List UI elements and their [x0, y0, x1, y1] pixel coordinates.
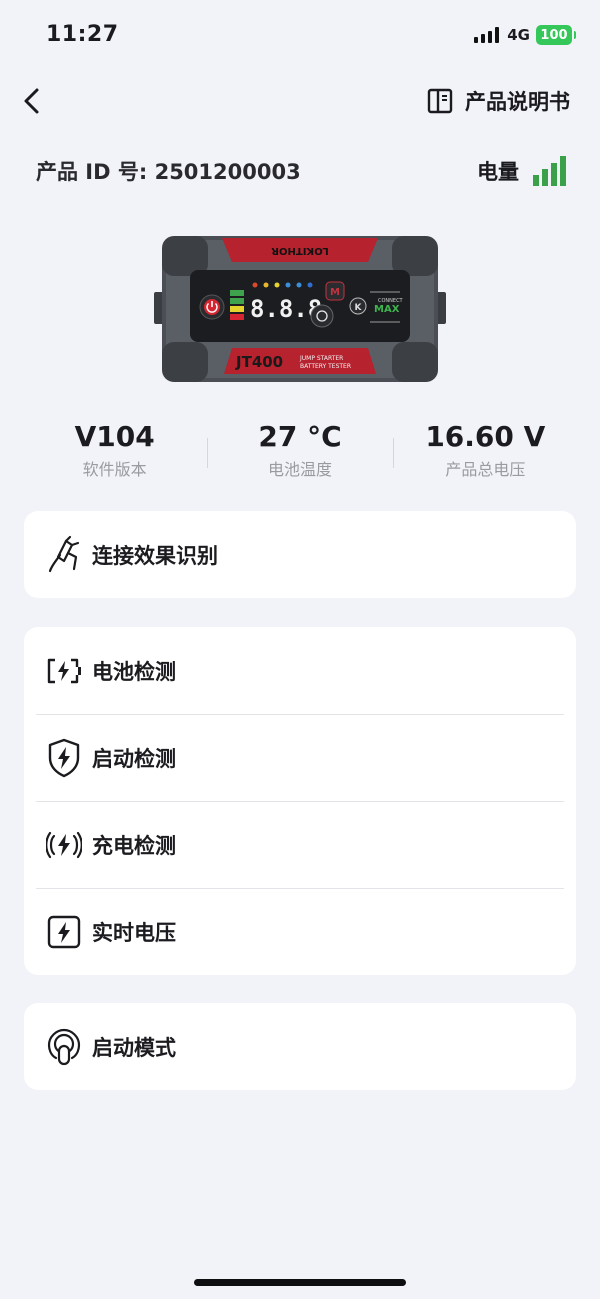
- menu-item-label: 启动模式: [92, 1035, 176, 1060]
- battery-icon: 100: [536, 25, 576, 45]
- battery-bolt-icon: [46, 651, 82, 691]
- menu-item-start-test[interactable]: 启动检测: [24, 714, 576, 801]
- stat-value: V104: [74, 420, 155, 453]
- menu-item-connection[interactable]: 连接效果识别: [24, 511, 576, 598]
- stat-value: 27 °C: [258, 420, 342, 453]
- stat-total-voltage: 16.60 V 产品总电压: [392, 420, 578, 484]
- product-id: 产品 ID 号: 2501200003: [36, 160, 301, 184]
- menu-item-realtime-voltage[interactable]: 实时电压: [24, 888, 576, 975]
- menu-item-label: 启动检测: [92, 746, 176, 771]
- menu-item-charge-test[interactable]: 充电检测: [24, 801, 576, 888]
- menu-item-start-mode[interactable]: 启动模式: [24, 1003, 576, 1090]
- stat-label: 产品总电压: [445, 460, 526, 479]
- manual-label: 产品说明书: [465, 90, 570, 114]
- start-mode-icon: [46, 1027, 82, 1067]
- stat-label: 软件版本: [82, 460, 147, 479]
- stat-battery-temperature: 27 °C 电池温度: [207, 420, 392, 484]
- device-model: JT400: [235, 353, 283, 371]
- signal-icon: [474, 27, 500, 43]
- device-image: LOKITHOR JT400 JUMP STARTER BATTERY TEST…: [154, 228, 446, 388]
- network-type: 4G: [507, 26, 530, 44]
- stat-software-version: V104 软件版本: [22, 420, 207, 484]
- battery-level: 100: [540, 27, 568, 43]
- mode-card: 启动模式: [24, 1003, 576, 1090]
- back-button[interactable]: [16, 84, 50, 118]
- status-indicators: 4G 100: [474, 25, 576, 45]
- info-row: 产品 ID 号: 2501200003 电量: [36, 154, 566, 188]
- device-badge-main: MAX: [374, 304, 400, 315]
- menu-item-label: 充电检测: [92, 833, 176, 858]
- device-brand: LOKITHOR: [271, 245, 329, 256]
- stat-label: 电池温度: [267, 460, 332, 479]
- chevron-left-icon: [24, 88, 39, 114]
- stat-value: 16.60 V: [425, 420, 546, 453]
- menu-item-label: 连接效果识别: [92, 543, 218, 568]
- home-indicator[interactable]: [194, 1279, 406, 1286]
- nav-bar: 产品说明书: [0, 78, 600, 128]
- power-indicator: 电量: [477, 156, 566, 186]
- clamp-icon: [46, 535, 82, 575]
- svg-text:K: K: [355, 303, 363, 313]
- menu-item-label: 实时电压: [92, 920, 176, 945]
- device-tagline-1: JUMP STARTER: [299, 355, 343, 362]
- book-icon: [427, 88, 453, 114]
- square-bolt-icon: [46, 912, 82, 952]
- tests-card: 电池检测 启动检测 充电检测 实时电压: [24, 627, 576, 975]
- connection-card: 连接效果识别: [24, 511, 576, 598]
- menu-item-label: 电池检测: [92, 659, 176, 684]
- status-time: 11:27: [46, 22, 119, 47]
- manual-button[interactable]: 产品说明书: [427, 86, 570, 116]
- stats-row: V104 软件版本 27 °C 电池温度 16.60 V 产品总电压: [22, 420, 578, 484]
- status-bar: 11:27 4G 100: [0, 0, 600, 72]
- shield-bolt-icon: [46, 738, 82, 778]
- device-m-button: M: [330, 287, 340, 298]
- wireless-bolt-icon: [46, 825, 82, 865]
- power-label: 电量: [477, 160, 519, 184]
- power-level-icon: [533, 156, 566, 186]
- menu-item-battery-test[interactable]: 电池检测: [24, 627, 576, 714]
- device-tagline-2: BATTERY TESTER: [300, 363, 351, 370]
